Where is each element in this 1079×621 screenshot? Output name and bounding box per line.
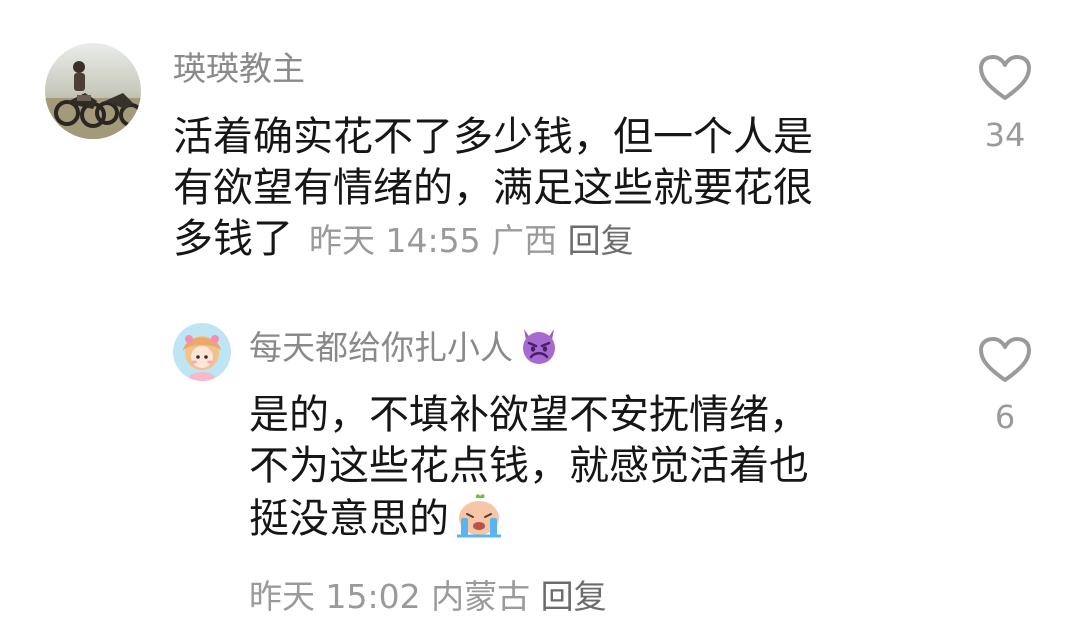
username-text[interactable]: 每天都给你扎小人 (249, 321, 513, 369)
user-avatar[interactable] (45, 43, 141, 139)
reply-button[interactable]: 回复 (568, 221, 634, 260)
comment-line: 有欲望有情绪的，满足这些就要花很 (173, 164, 813, 211)
comment-line: 活着确实花不了多少钱，但一个人是 (173, 114, 813, 160)
username-text[interactable]: 瑛瑛教主 (173, 42, 305, 90)
comment-time: 昨天 15:02 (249, 577, 421, 616)
like-button[interactable]: 34 (970, 54, 1040, 154)
anime-girl-avatar-icon (173, 323, 231, 381)
smiling-devil-icon (523, 329, 555, 364)
comment-line: 是的，不填补欲望不安抚情绪， (249, 392, 809, 438)
user-avatar[interactable] (173, 323, 231, 381)
comment-text: 活着确实花不了多少钱，但一个人是 有欲望有情绪的，满足这些就要花很 多钱了 昨天 … (173, 112, 813, 264)
comment-line-text: 多钱了 (173, 215, 293, 262)
comment-time: 昨天 14:55 (309, 220, 481, 260)
like-count: 6 (994, 398, 1016, 436)
comment-line: 不为这些花点钱，就感觉活着也 (249, 442, 809, 489)
heart-icon[interactable] (978, 336, 1032, 384)
comment-location: 广西 (491, 220, 558, 260)
username[interactable]: 每天都给你扎小人 (249, 322, 561, 368)
comment-location: 内蒙古 (431, 577, 531, 616)
comment-last-line: 挺没意思的 (249, 492, 809, 545)
motorcycle-photo-avatar-icon (45, 43, 141, 139)
comment-meta: 昨天 15:02 内蒙古 回复 (249, 570, 607, 618)
comment-text: 是的，不填补欲望不安抚情绪， 不为这些花点钱，就感觉活着也 挺没意思的 (249, 390, 809, 544)
like-count: 34 (984, 116, 1026, 154)
reply-button[interactable]: 回复 (541, 577, 607, 616)
heart-icon[interactable] (978, 54, 1032, 102)
crying-face-icon (457, 493, 501, 538)
comment-last-line: 多钱了 昨天 14:55 广西 回复 (173, 214, 813, 265)
like-button[interactable]: 6 (970, 336, 1040, 436)
username[interactable]: 瑛瑛教主 (173, 44, 305, 88)
comment-meta: 昨天 14:55 广西 回复 (309, 221, 634, 260)
comment-line-text: 挺没意思的 (249, 495, 449, 542)
